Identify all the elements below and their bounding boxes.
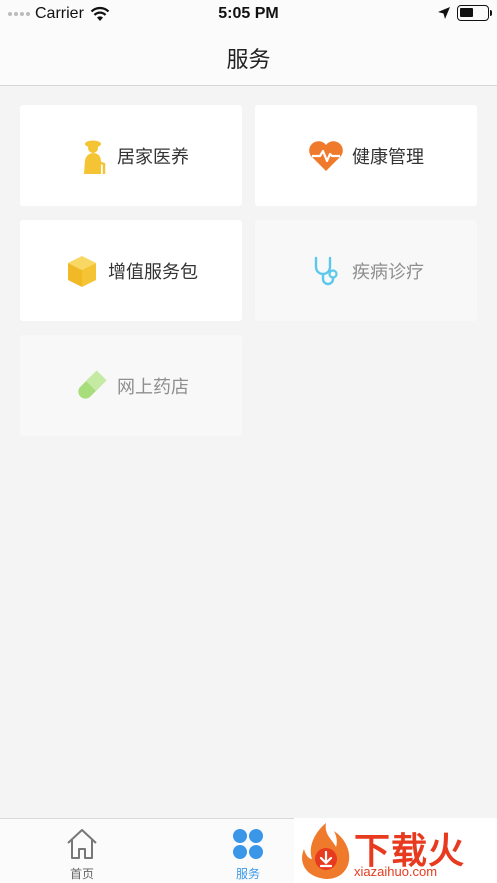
elderly-person-icon [73,138,109,174]
tile-label: 健康管理 [352,146,424,168]
pill-icon [73,368,109,404]
tile-label: 居家医养 [117,146,189,168]
watermark-logo: 下载火 xiazaihuo.com [294,818,497,883]
status-right [437,5,492,21]
tile-disease-treatment[interactable]: 疾病诊疗 [255,220,477,321]
tile-label: 增值服务包 [108,261,198,283]
tile-label: 疾病诊疗 [352,261,424,283]
tile-label: 网上药店 [117,376,189,398]
flame-download-icon [302,823,350,879]
home-icon [67,829,97,859]
tab-label: 首页 [69,867,94,881]
status-time: 5:05 PM [218,5,279,22]
page-title: 服务 [226,48,271,73]
tile-online-pharmacy[interactable]: 网上药店 [20,335,242,436]
four-petal-grid-icon [233,829,263,859]
status-bar: Carrier 5:05 PM [0,0,497,30]
tile-value-added-package[interactable]: 增值服务包 [20,220,242,321]
stethoscope-icon [308,253,344,289]
tab-services[interactable]: 服务 [186,819,310,883]
location-arrow-icon [438,7,450,19]
battery-icon [457,5,492,21]
package-box-icon [64,253,100,289]
tile-home-care[interactable]: 居家医养 [20,105,242,206]
navigation-bar: 服务 [0,30,497,86]
heart-pulse-icon [308,138,344,174]
tab-label: 服务 [235,867,260,881]
tab-home[interactable]: 首页 [20,819,144,883]
tile-health-management[interactable]: 健康管理 [255,105,477,206]
watermark-url: xiazaihuo.com [354,864,438,879]
